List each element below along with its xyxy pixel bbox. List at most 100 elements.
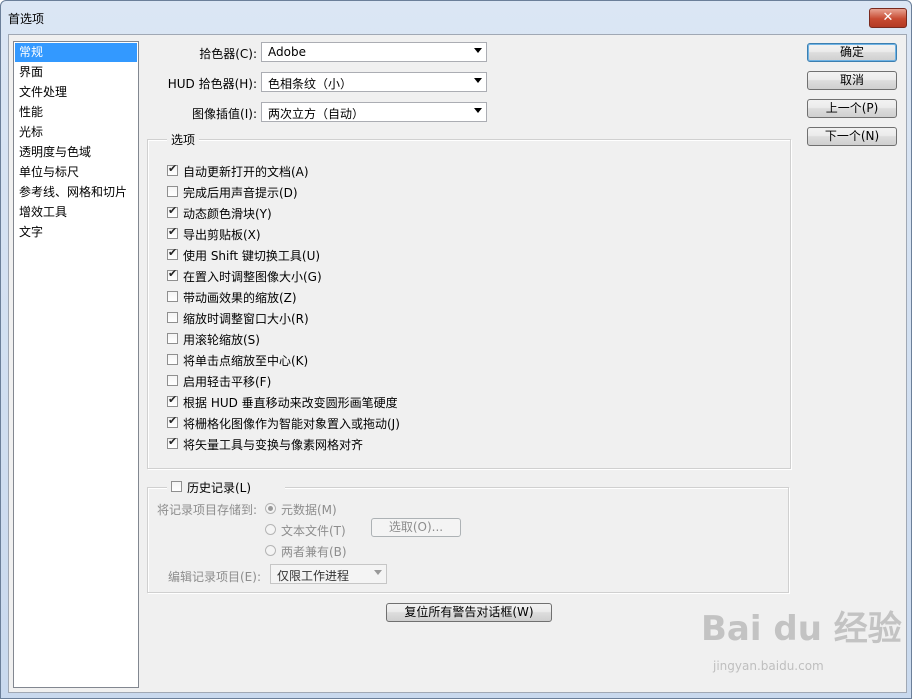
sidebar-item-label: 透明度与色域 xyxy=(19,145,92,159)
metadata-radio-label: 元数据(M) xyxy=(281,503,337,517)
option-label: 自动更新打开的文档(A) xyxy=(183,165,309,179)
close-button[interactable]: ✕ xyxy=(869,8,907,28)
sidebar-item-cursors[interactable]: 光标 xyxy=(15,123,137,142)
sidebar-item-plugins[interactable]: 增效工具 xyxy=(15,203,137,222)
sidebar-item-performance[interactable]: 性能 xyxy=(15,103,137,122)
reset-warnings-label: 复位所有警告对话框(W) xyxy=(404,605,534,619)
edit-log-items-label: 编辑记录项目(E): xyxy=(168,570,261,584)
sidebar-item-units-rulers[interactable]: 单位与标尺 xyxy=(15,163,137,182)
sidebar-item-type[interactable]: 文字 xyxy=(15,223,137,242)
option-beep-checkbox[interactable] xyxy=(167,186,178,197)
ok-button[interactable]: 确定 xyxy=(807,43,897,62)
ok-button-label: 确定 xyxy=(839,45,864,59)
history-log-label: 历史记录(L) xyxy=(187,481,252,495)
options-legend: 选项 xyxy=(167,131,200,148)
check-icon: ✔ xyxy=(168,393,178,406)
sidebar-item-label: 单位与标尺 xyxy=(19,165,80,179)
save-log-items-label: 将记录项目存储到: xyxy=(156,503,257,517)
sidebar-item-interface[interactable]: 界面 xyxy=(15,63,137,82)
sidebar-item-label: 常规 xyxy=(19,45,44,59)
both-radio[interactable] xyxy=(265,545,276,556)
option-label: 动态颜色滑块(Y) xyxy=(183,207,272,221)
option-snap-vector-pixel-grid-checkbox[interactable]: ✔ xyxy=(167,435,178,449)
option-resize-on-place-checkbox[interactable]: ✔ xyxy=(167,267,178,281)
chevron-down-icon xyxy=(374,570,382,575)
sidebar-item-label: 文字 xyxy=(19,225,44,239)
title-bar[interactable]: 首选项 ✕ xyxy=(1,1,911,33)
hud-color-picker-value: 色相条纹（小） xyxy=(268,77,353,91)
edit-log-items-value: 仅限工作进程 xyxy=(277,569,350,583)
sidebar-item-label: 性能 xyxy=(19,105,44,119)
sidebar-item-label: 界面 xyxy=(19,65,44,79)
window-title: 首选项 xyxy=(8,12,45,26)
color-picker-select[interactable]: Adobe xyxy=(261,42,487,62)
option-label: 完成后用声音提示(D) xyxy=(183,186,298,200)
option-label: 用滚轮缩放(S) xyxy=(183,333,260,347)
color-picker-label: 拾色器(C): xyxy=(199,47,257,61)
check-icon: ✔ xyxy=(168,225,178,238)
option-label: 将单击点缩放至中心(K) xyxy=(183,354,309,368)
check-icon: ✔ xyxy=(168,162,178,175)
option-hud-brush-hardness-checkbox[interactable]: ✔ xyxy=(167,393,178,407)
option-animated-zoom-checkbox[interactable] xyxy=(167,291,178,302)
chevron-down-icon xyxy=(474,78,482,83)
option-shift-tool-switch-checkbox[interactable]: ✔ xyxy=(167,246,178,260)
metadata-radio[interactable] xyxy=(265,503,276,514)
radio-dot-icon xyxy=(268,506,273,511)
check-icon: ✔ xyxy=(168,204,178,217)
option-export-clipboard-checkbox[interactable]: ✔ xyxy=(167,225,178,239)
cancel-button-label: 取消 xyxy=(839,73,864,87)
reset-all-warning-dialogs-button[interactable]: 复位所有警告对话框(W) xyxy=(386,603,552,622)
check-icon: ✔ xyxy=(168,435,178,448)
option-place-as-smart-object-checkbox[interactable]: ✔ xyxy=(167,414,178,428)
option-zoom-clicked-point-checkbox[interactable] xyxy=(167,354,178,365)
option-label: 启用轻击平移(F) xyxy=(183,375,272,389)
sidebar-item-transparency-gamut[interactable]: 透明度与色域 xyxy=(15,143,137,162)
option-label: 将栅格化图像作为智能对象置入或拖动(J) xyxy=(183,417,400,431)
both-radio-label: 两者兼有(B) xyxy=(281,545,347,559)
cancel-button[interactable]: 取消 xyxy=(807,71,897,90)
next-button[interactable]: 下一个(N) xyxy=(807,127,897,146)
watermark-url: jingyan.baidu.com xyxy=(713,659,824,673)
chevron-down-icon xyxy=(474,108,482,113)
prev-button[interactable]: 上一个(P) xyxy=(807,99,897,118)
option-auto-update-checkbox[interactable]: ✔ xyxy=(167,162,178,176)
option-label: 在置入时调整图像大小(G) xyxy=(183,270,322,284)
sidebar-item-file-handling[interactable]: 文件处理 xyxy=(15,83,137,102)
option-label: 根据 HUD 垂直移动来改变圆形画笔硬度 xyxy=(183,396,398,410)
dialog-body: 常规 界面 文件处理 性能 光标 透明度与色域 单位与标尺 参考线、网格和切片 … xyxy=(8,34,907,693)
option-label: 缩放时调整窗口大小(R) xyxy=(183,312,309,326)
sidebar-item-label: 光标 xyxy=(19,125,44,139)
hud-color-picker-select[interactable]: 色相条纹（小） xyxy=(261,72,487,92)
close-icon: ✕ xyxy=(882,10,894,25)
option-label: 使用 Shift 键切换工具(U) xyxy=(183,249,321,263)
choose-file-button-label: 选取(O)... xyxy=(388,520,444,534)
image-interpolation-value: 两次立方（自动） xyxy=(268,107,365,121)
check-icon: ✔ xyxy=(168,246,178,259)
history-legend: 历史记录(L) xyxy=(167,478,285,496)
sidebar-item-guides-grid-slices[interactable]: 参考线、网格和切片 xyxy=(15,183,137,202)
option-label: 带动画效果的缩放(Z) xyxy=(183,291,297,305)
color-picker-value: Adobe xyxy=(268,45,306,59)
option-dynamic-sliders-checkbox[interactable]: ✔ xyxy=(167,204,178,218)
option-flick-panning-checkbox[interactable] xyxy=(167,375,178,386)
text-file-radio[interactable] xyxy=(265,524,276,535)
sidebar-item-label: 增效工具 xyxy=(19,205,68,219)
history-log-checkbox[interactable] xyxy=(171,481,182,492)
sidebar-item-general[interactable]: 常规 xyxy=(15,43,137,62)
option-zoom-scroll-wheel-checkbox[interactable] xyxy=(167,333,178,344)
option-label: 将矢量工具与变换与像素网格对齐 xyxy=(183,438,364,452)
text-file-radio-label: 文本文件(T) xyxy=(281,524,346,538)
watermark-logo: Bai du 经验 xyxy=(701,609,902,649)
edit-log-items-select[interactable]: 仅限工作进程 xyxy=(270,564,387,584)
option-zoom-resizes-windows-checkbox[interactable] xyxy=(167,312,178,323)
check-icon: ✔ xyxy=(168,414,178,427)
sidebar-item-label: 参考线、网格和切片 xyxy=(19,185,128,199)
hud-color-picker-label: HUD 拾色器(H): xyxy=(167,77,257,91)
preferences-window: 首选项 ✕ 常规 界面 文件处理 性能 光标 透明度与色域 单位与标尺 参考线、… xyxy=(0,0,912,699)
option-label: 导出剪贴板(X) xyxy=(183,228,261,242)
image-interpolation-select[interactable]: 两次立方（自动） xyxy=(261,102,487,122)
check-icon: ✔ xyxy=(168,267,178,280)
sidebar-item-label: 文件处理 xyxy=(19,85,68,99)
choose-file-button[interactable]: 选取(O)... xyxy=(371,518,461,537)
